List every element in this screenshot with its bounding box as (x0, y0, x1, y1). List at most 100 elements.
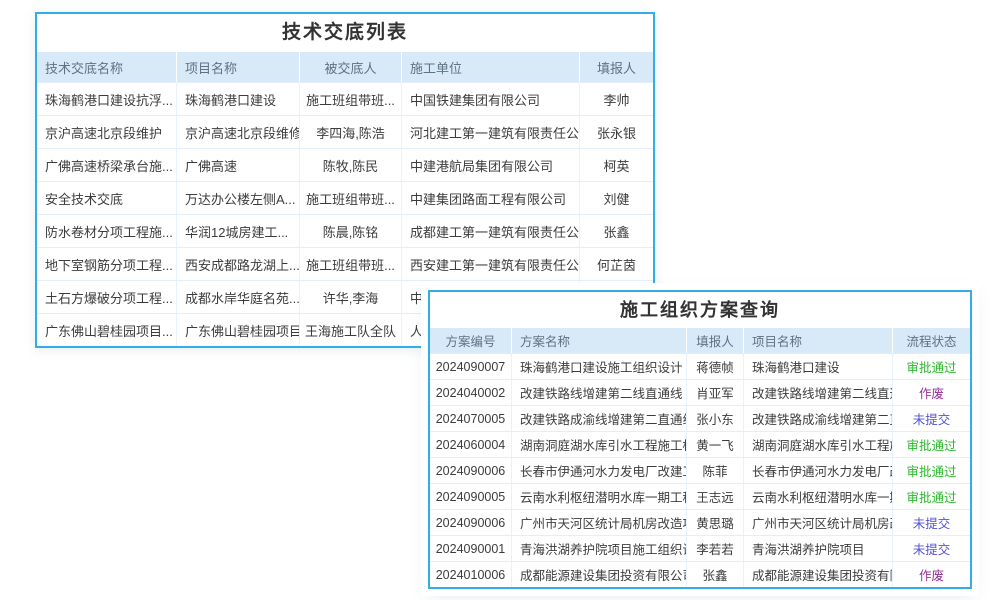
cell-link[interactable]: 珠海鹤港口建设施工组织设计 (512, 354, 687, 379)
cell-link[interactable]: 黄思璐 (687, 510, 744, 535)
cell-link[interactable]: 2024010006 (430, 562, 512, 587)
cell-link[interactable]: 改建铁路线增建第二线直通线 (744, 380, 893, 405)
column-header: 方案名称 (512, 328, 687, 353)
cell-link[interactable]: 京沪高速北京段维修 (177, 116, 300, 148)
table-row[interactable]: 京沪高速北京段维护京沪高速北京段维修李四海,陈浩河北建工第一建筑有限责任公司张永… (37, 115, 653, 148)
cell-text: 中国铁建集团有限公司 (402, 83, 580, 115)
status-text: 审批通过 (893, 354, 970, 379)
cell-text: 中建港航局集团有限公司 (402, 149, 580, 181)
column-header: 技术交底名称 (37, 52, 177, 82)
panel-title-construction-plan: 施工组织方案查询 (430, 292, 970, 328)
status-text: 审批通过 (893, 432, 970, 457)
table-row[interactable]: 地下室钢筋分项工程...西安成都路龙湖上...施工班组带班...西安建工第一建筑… (37, 247, 653, 280)
cell-link[interactable]: 地下室钢筋分项工程... (37, 248, 177, 280)
cell-link[interactable]: 长春市伊通河水力发电厂改建工程 (512, 458, 687, 483)
column-header: 项目名称 (177, 52, 300, 82)
cell-link[interactable]: 广东佛山碧桂园项目 (177, 314, 300, 346)
cell-link[interactable]: 2024090006 (430, 510, 512, 535)
table-row[interactable]: 2024090001青海洪湖养护院项目施工组织设计李若若青海洪湖养护院项目未提交 (430, 535, 970, 561)
cell-link[interactable]: 张小东 (687, 406, 744, 431)
cell-link[interactable]: 土石方爆破分项工程... (37, 281, 177, 313)
cell-link[interactable]: 蒋德帧 (687, 354, 744, 379)
table-row[interactable]: 2024010006成都能源建设集团投资有限公司张鑫成都能源建设集团投资有限公司… (430, 561, 970, 587)
cell-link[interactable]: 成都能源建设集团投资有限公司 (744, 562, 893, 587)
cell-link[interactable]: 珠海鹤港口建设 (744, 354, 893, 379)
cell-link[interactable]: 广佛高速桥梁承台施... (37, 149, 177, 181)
table-row[interactable]: 防水卷材分项工程施...华润12城房建工...陈晨,陈铭成都建工第一建筑有限责任… (37, 214, 653, 247)
table-row[interactable]: 2024090007珠海鹤港口建设施工组织设计蒋德帧珠海鹤港口建设审批通过 (430, 353, 970, 379)
cell-link[interactable]: 2024060004 (430, 432, 512, 457)
construction-plan-table: 方案编号方案名称填报人项目名称流程状态2024090007珠海鹤港口建设施工组织… (430, 328, 970, 587)
column-header: 填报人 (687, 328, 744, 353)
cell-link[interactable]: 改建铁路线增建第二线直通线（ (512, 380, 687, 405)
cell-link[interactable]: 广东佛山碧桂园项目... (37, 314, 177, 346)
cell-link[interactable]: 李若若 (687, 536, 744, 561)
cell-text: 陈牧,陈民 (300, 149, 402, 181)
cell-link[interactable]: 广佛高速 (177, 149, 300, 181)
cell-link[interactable]: 珠海鹤港口建设 (177, 83, 300, 115)
cell-link[interactable]: 湖南洞庭湖水库引水工程施工标 (512, 432, 687, 457)
cell-link[interactable]: 陈菲 (687, 458, 744, 483)
table-row[interactable]: 安全技术交底万达办公楼左侧A...施工班组带班...中建集团路面工程有限公司刘健 (37, 181, 653, 214)
cell-link[interactable]: 改建铁路成渝线增建第二直通线 (512, 406, 687, 431)
cell-link[interactable]: 张鑫 (580, 215, 653, 247)
cell-link[interactable]: 湖南洞庭湖水库引水工程施工标 (744, 432, 893, 457)
table-row[interactable]: 2024090005云南水利枢纽潜明水库一期工程王志远云南水利枢纽潜明水库一期工… (430, 483, 970, 509)
table-row[interactable]: 2024040002改建铁路线增建第二线直通线（肖亚军改建铁路线增建第二线直通线… (430, 379, 970, 405)
cell-link[interactable]: 肖亚军 (687, 380, 744, 405)
cell-link[interactable]: 张永银 (580, 116, 653, 148)
table-row[interactable]: 2024090006长春市伊通河水力发电厂改建工程陈菲长春市伊通河水力发电厂改建… (430, 457, 970, 483)
cell-text: 施工班组带班... (300, 248, 402, 280)
cell-link[interactable]: 何芷茵 (580, 248, 653, 280)
cell-text: 王海施工队全队 (300, 314, 402, 346)
table-row[interactable]: 2024060004湖南洞庭湖水库引水工程施工标黄一飞湖南洞庭湖水库引水工程施工… (430, 431, 970, 457)
panel-title-technical-disclosure: 技术交底列表 (37, 14, 653, 52)
table-row[interactable]: 2024070005改建铁路成渝线增建第二直通线张小东改建铁路成渝线增建第二直通… (430, 405, 970, 431)
column-header: 填报人 (580, 52, 653, 82)
cell-link[interactable]: 黄一飞 (687, 432, 744, 457)
cell-link[interactable]: 西安成都路龙湖上... (177, 248, 300, 280)
cell-link[interactable]: 广州市天河区统计局机房改造项目 (744, 510, 893, 535)
status-text: 未提交 (893, 536, 970, 561)
cell-link[interactable]: 张鑫 (687, 562, 744, 587)
cell-text: 施工班组带班... (300, 182, 402, 214)
cell-link[interactable]: 2024090007 (430, 354, 512, 379)
cell-link[interactable]: 王志远 (687, 484, 744, 509)
cell-link[interactable]: 青海洪湖养护院项目施工组织设计 (512, 536, 687, 561)
table-row[interactable]: 2024090006广州市天河区统计局机房改造项目黄思璐广州市天河区统计局机房改… (430, 509, 970, 535)
cell-link[interactable]: 成都能源建设集团投资有限公司 (512, 562, 687, 587)
cell-link[interactable]: 2024070005 (430, 406, 512, 431)
cell-link[interactable]: 长春市伊通河水力发电厂改建工程 (744, 458, 893, 483)
cell-text: 西安建工第一建筑有限责任公司 (402, 248, 580, 280)
status-text: 作废 (893, 562, 970, 587)
cell-link[interactable]: 李帅 (580, 83, 653, 115)
cell-link[interactable]: 广州市天河区统计局机房改造项目 (512, 510, 687, 535)
panel-construction-plan-query: 施工组织方案查询 方案编号方案名称填报人项目名称流程状态2024090007珠海… (428, 290, 972, 589)
cell-text: 河北建工第一建筑有限责任公司 (402, 116, 580, 148)
column-header: 施工单位 (402, 52, 580, 82)
cell-link[interactable]: 京沪高速北京段维护 (37, 116, 177, 148)
cell-link[interactable]: 万达办公楼左侧A... (177, 182, 300, 214)
cell-link[interactable]: 2024090001 (430, 536, 512, 561)
cell-link[interactable]: 青海洪湖养护院项目 (744, 536, 893, 561)
column-header: 方案编号 (430, 328, 512, 353)
status-text: 未提交 (893, 406, 970, 431)
cell-link[interactable]: 2024090006 (430, 458, 512, 483)
table-row[interactable]: 广佛高速桥梁承台施...广佛高速陈牧,陈民中建港航局集团有限公司柯英 (37, 148, 653, 181)
cell-link[interactable]: 云南水利枢纽潜明水库一期工程 (744, 484, 893, 509)
cell-link[interactable]: 珠海鹤港口建设抗浮... (37, 83, 177, 115)
cell-text: 施工班组带班... (300, 83, 402, 115)
cell-link[interactable]: 安全技术交底 (37, 182, 177, 214)
status-text: 未提交 (893, 510, 970, 535)
cell-link[interactable]: 成都水岸华庭名苑... (177, 281, 300, 313)
cell-link[interactable]: 2024090005 (430, 484, 512, 509)
cell-link[interactable]: 柯英 (580, 149, 653, 181)
cell-link[interactable]: 防水卷材分项工程施... (37, 215, 177, 247)
cell-link[interactable]: 2024040002 (430, 380, 512, 405)
cell-text: 李四海,陈浩 (300, 116, 402, 148)
table-row[interactable]: 珠海鹤港口建设抗浮...珠海鹤港口建设施工班组带班...中国铁建集团有限公司李帅 (37, 82, 653, 115)
cell-link[interactable]: 华润12城房建工... (177, 215, 300, 247)
cell-link[interactable]: 云南水利枢纽潜明水库一期工程 (512, 484, 687, 509)
cell-link[interactable]: 刘健 (580, 182, 653, 214)
cell-link[interactable]: 改建铁路成渝线增建第二直通线 (744, 406, 893, 431)
